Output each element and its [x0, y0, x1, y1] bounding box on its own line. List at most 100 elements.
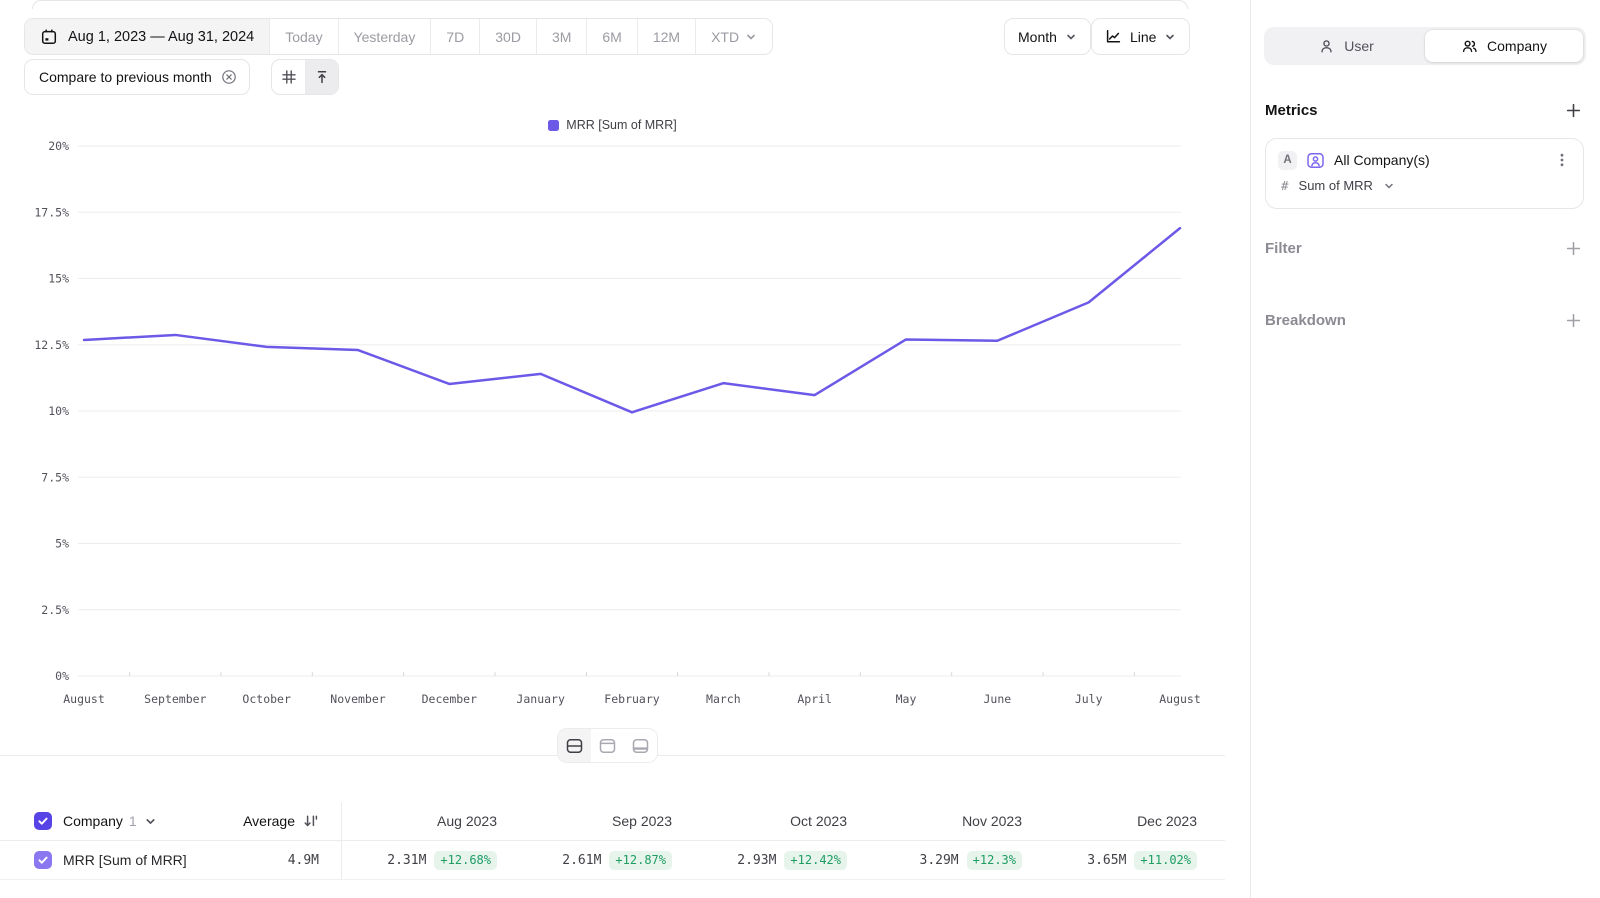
tab-user[interactable]: User	[1267, 30, 1425, 62]
cell-value: 3.65M	[1087, 853, 1126, 868]
column-header[interactable]: Aug 2023	[342, 802, 517, 840]
mrr-line-chart[interactable]: 0%2.5%5%7.5%10%12.5%15%17.5%20%AugustSep…	[0, 138, 1225, 723]
breakdown-section-header: Breakdown	[1265, 312, 1582, 329]
metric-card[interactable]: A All Company(s) # Sum of MRR	[1265, 138, 1584, 209]
chart-option-toggle-group	[271, 59, 339, 95]
svg-text:August: August	[63, 692, 105, 706]
split-view-button[interactable]	[558, 729, 591, 762]
svg-text:7.5%: 7.5%	[41, 470, 69, 484]
column-header[interactable]: Oct 2023	[692, 802, 867, 840]
svg-text:0%: 0%	[55, 669, 69, 683]
preset-3m[interactable]: 3M	[536, 19, 586, 54]
chart-card-top-edge	[32, 0, 1188, 9]
cumulative-toggle[interactable]	[305, 60, 338, 94]
compare-chip-label: Compare to previous month	[39, 69, 212, 85]
chart-legend: MRR [Sum of MRR]	[0, 118, 1225, 132]
query-builder-sidebar: User Company Metrics	[1250, 0, 1600, 898]
metric-aggregation-selector[interactable]: # Sum of MRR	[1278, 178, 1571, 193]
svg-text:March: March	[706, 692, 741, 706]
sort-icon[interactable]	[303, 813, 319, 829]
add-breakdown-button[interactable]	[1565, 312, 1582, 329]
column-header[interactable]: Dec 2023	[1042, 802, 1217, 840]
filter-section-header: Filter	[1265, 240, 1582, 257]
column-header[interactable]: Nov 2023	[867, 802, 1042, 840]
hash-icon: #	[1281, 178, 1289, 193]
metrics-title: Metrics	[1265, 102, 1318, 119]
grid-icon	[281, 69, 297, 85]
delta-badge: +11.02%	[1134, 851, 1197, 870]
table-only-view-button[interactable]	[624, 729, 657, 762]
preset-12m[interactable]: 12M	[637, 19, 695, 54]
row-metric-label: MRR [Sum of MRR]	[63, 852, 187, 868]
preset-6m[interactable]: 6M	[586, 19, 636, 54]
tab-company-label: Company	[1487, 38, 1547, 54]
preset-30d[interactable]: 30D	[479, 19, 536, 54]
chevron-down-icon	[1383, 180, 1395, 192]
svg-text:July: July	[1075, 692, 1103, 706]
svg-text:12.5%: 12.5%	[34, 338, 69, 352]
layout-toggle-group	[557, 728, 658, 763]
breakdown-table: Company 1 Average Au	[0, 802, 1225, 880]
svg-text:2.5%: 2.5%	[41, 603, 69, 617]
chart-type-dropdown[interactable]: Line	[1091, 18, 1190, 55]
filter-title: Filter	[1265, 240, 1302, 257]
split-view-icon	[566, 738, 583, 754]
svg-text:February: February	[604, 692, 659, 706]
svg-text:September: September	[144, 692, 206, 706]
metric-series-badge: A	[1278, 151, 1297, 170]
user-icon	[1318, 38, 1335, 55]
svg-text:5%: 5%	[55, 537, 69, 551]
users-icon	[1461, 38, 1478, 55]
delta-badge: +12.42%	[784, 851, 847, 870]
date-range-button[interactable]: Aug 1, 2023 — Aug 31, 2024	[25, 19, 269, 54]
cell-value: 2.61M	[562, 853, 601, 868]
delta-badge: +12.3%	[967, 851, 1022, 870]
svg-text:20%: 20%	[48, 139, 69, 153]
preset-xtd-dropdown[interactable]: XTD	[695, 19, 772, 54]
metric-entity-label: All Company(s)	[1334, 152, 1430, 168]
chevron-down-icon	[1065, 31, 1077, 43]
table-header-row: Company 1 Average Au	[0, 802, 1225, 841]
tab-user-label: User	[1344, 38, 1374, 54]
row-average-value: 4.9M	[288, 853, 319, 868]
chevron-down-icon[interactable]	[144, 815, 157, 828]
preset-7d[interactable]: 7D	[430, 19, 479, 54]
add-metric-button[interactable]	[1565, 102, 1582, 119]
add-filter-button[interactable]	[1565, 240, 1582, 257]
chevron-down-icon	[1164, 31, 1176, 43]
header-checkbox[interactable]	[34, 812, 52, 830]
tab-company[interactable]: Company	[1425, 30, 1583, 62]
cell-value: 3.29M	[920, 853, 959, 868]
svg-text:May: May	[896, 692, 917, 706]
average-column-label[interactable]: Average	[243, 813, 295, 829]
chart-only-view-icon	[599, 738, 616, 754]
remove-compare-icon[interactable]	[221, 69, 237, 85]
svg-text:December: December	[422, 692, 477, 706]
cell-value: 2.31M	[387, 853, 426, 868]
entity-column-label[interactable]: Company	[63, 813, 123, 829]
metric-menu-button[interactable]	[1553, 150, 1571, 170]
breakdown-title: Breakdown	[1265, 312, 1346, 329]
preset-yesterday[interactable]: Yesterday	[338, 19, 431, 54]
column-header[interactable]: Sep 2023	[517, 802, 692, 840]
report-main-area: Aug 1, 2023 — Aug 31, 2024 Today Yesterd…	[0, 0, 1250, 898]
svg-text:17.5%: 17.5%	[34, 205, 69, 219]
chart-type-label: Line	[1130, 29, 1156, 45]
chart-only-view-button[interactable]	[591, 729, 624, 762]
svg-text:November: November	[330, 692, 385, 706]
preset-today[interactable]: Today	[269, 19, 337, 54]
svg-text:October: October	[242, 692, 291, 706]
compare-chip[interactable]: Compare to previous month	[24, 59, 250, 95]
granularity-dropdown[interactable]: Month	[1004, 18, 1091, 55]
granularity-label: Month	[1018, 29, 1057, 45]
row-checkbox[interactable]	[34, 851, 52, 869]
table-only-view-icon	[632, 738, 649, 754]
gridlines-toggle[interactable]	[272, 60, 305, 94]
svg-text:10%: 10%	[48, 404, 69, 418]
entity-tabs: User Company	[1264, 27, 1586, 65]
table-row[interactable]: MRR [Sum of MRR] 4.9M 2.31M +12.68% 2.61…	[0, 841, 1225, 880]
legend-label: MRR [Sum of MRR]	[566, 118, 676, 132]
arrow-up-to-line-icon	[314, 69, 330, 85]
delta-badge: +12.87%	[609, 851, 672, 870]
line-chart-icon	[1105, 28, 1122, 45]
